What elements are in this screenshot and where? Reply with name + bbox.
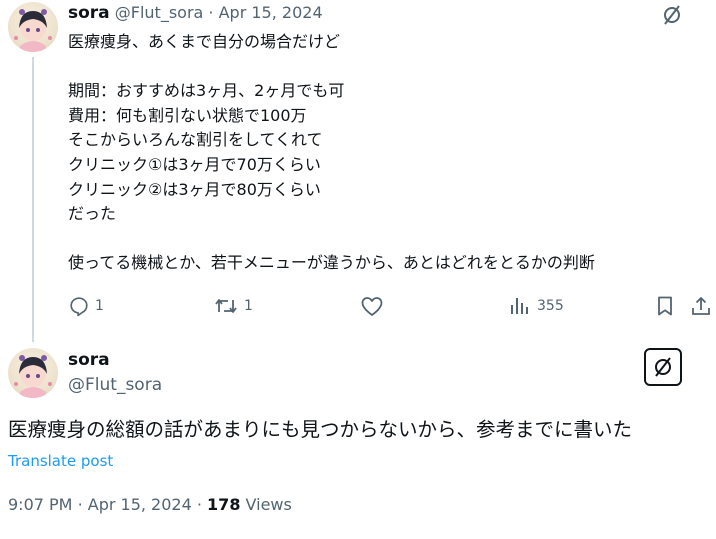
- bookmark-icon: [658, 296, 672, 316]
- avatar-illustration: [14, 355, 52, 398]
- post-footer: 9:07 PM · Apr 15, 2024 · 178 Views: [8, 495, 292, 514]
- like-button[interactable]: [360, 295, 384, 317]
- bookmark-button[interactable]: [654, 295, 676, 317]
- views-icon: [511, 298, 528, 314]
- grok-icon: [655, 357, 671, 377]
- share-icon: [692, 297, 710, 315]
- post-time[interactable]: 9:07 PM: [8, 495, 72, 514]
- post-text: 医療痩身の総額の話があまりにも見つからないから、参考までに書いた: [8, 418, 633, 441]
- share-button[interactable]: [690, 295, 712, 317]
- views-count: 355: [537, 298, 564, 314]
- handle[interactable]: @Flut_sora: [68, 375, 162, 395]
- grok-button[interactable]: [660, 3, 684, 27]
- avatar[interactable]: [8, 2, 58, 52]
- translate-post-link[interactable]: Translate post: [8, 452, 113, 470]
- reply-icon: [70, 297, 88, 317]
- avatar[interactable]: [8, 348, 58, 398]
- display-name[interactable]: sora: [68, 3, 110, 23]
- more-menu-button[interactable]: [692, 355, 714, 379]
- grok-icon: [664, 5, 680, 25]
- reply-body: 医療痩身、あくまで自分の場合だけど 期間：おすすめは3ヶ月、2ヶ月でも可 費用：…: [68, 32, 595, 273]
- separator: ·: [77, 495, 83, 514]
- separator: ·: [196, 495, 202, 514]
- more-menu-button[interactable]: [692, 3, 714, 27]
- views-label: Views: [245, 495, 292, 514]
- retweet-icon: [215, 299, 237, 313]
- retweet-button[interactable]: 1: [214, 295, 253, 317]
- post-date[interactable]: Apr 15, 2024: [219, 3, 323, 22]
- views-button[interactable]: 355: [508, 295, 564, 317]
- retweet-count: 1: [244, 298, 253, 314]
- reply-count: 1: [95, 298, 104, 314]
- handle[interactable]: @Flut_sora: [115, 3, 204, 22]
- views-count: 178: [207, 495, 241, 514]
- grok-button[interactable]: [644, 348, 682, 386]
- separator: ·: [208, 3, 214, 22]
- reply-button[interactable]: 1: [68, 295, 104, 317]
- post-date[interactable]: Apr 15, 2024: [88, 495, 192, 514]
- avatar-illustration: [14, 9, 52, 52]
- like-icon: [361, 297, 383, 316]
- reply-header: sora @Flut_sora · Apr 15, 2024: [68, 3, 323, 23]
- display-name[interactable]: sora: [68, 350, 110, 370]
- thread-line: [32, 57, 34, 342]
